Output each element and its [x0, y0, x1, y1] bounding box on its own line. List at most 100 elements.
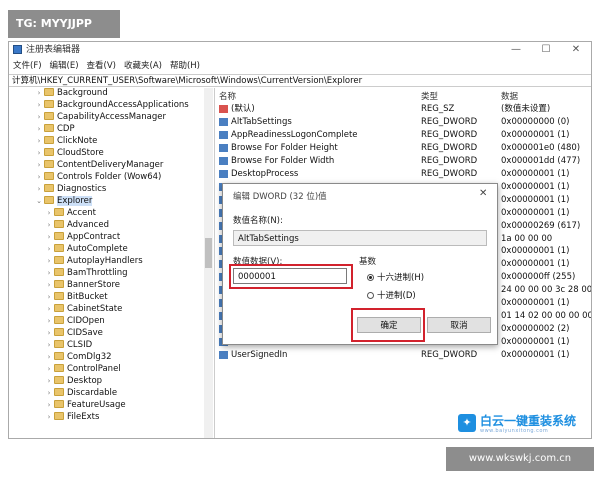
tree-item[interactable]: › ClickNote — [35, 135, 97, 147]
chevron-right-icon[interactable]: › — [35, 88, 43, 99]
tree-item-label: FileExts — [67, 412, 100, 422]
value-row[interactable]: AltTabSettings REG_DWORD 0x00000000 (0) — [215, 116, 591, 128]
chevron-down-icon[interactable]: ⌄ — [35, 195, 43, 207]
tree-item[interactable]: › BamThrottling — [45, 267, 128, 279]
chevron-right-icon[interactable]: › — [35, 111, 43, 123]
chevron-right-icon[interactable]: › — [45, 387, 53, 399]
tree-item[interactable]: › Background — [35, 88, 108, 99]
tree-item[interactable]: › Desktop — [45, 375, 102, 387]
column-header-name[interactable]: 名称 — [219, 90, 236, 102]
tree-item[interactable]: › CIDSave — [45, 327, 103, 339]
folder-icon — [54, 268, 64, 276]
tree-item[interactable]: › CloudStore — [35, 147, 104, 159]
menu-edit[interactable]: 编辑(E) — [50, 59, 79, 73]
tree-item[interactable]: › Discardable — [45, 387, 117, 399]
chevron-right-icon[interactable]: › — [45, 315, 53, 327]
tree-item[interactable]: › BannerStore — [45, 279, 120, 291]
tree-scrollbar[interactable] — [204, 88, 213, 438]
chevron-right-icon[interactable]: › — [35, 183, 43, 195]
chevron-right-icon[interactable]: › — [45, 207, 53, 219]
radio-decimal-label: 十进制(D) — [377, 291, 416, 301]
value-name: DesktopProcess — [231, 168, 299, 179]
menu-favorites[interactable]: 收藏夹(A) — [124, 59, 162, 73]
folder-icon — [54, 376, 64, 384]
chevron-right-icon[interactable]: › — [35, 123, 43, 135]
tree-item[interactable]: ⌄ Explorer — [35, 195, 93, 207]
tree-item[interactable]: › FeatureUsage — [45, 399, 126, 411]
value-type: REG_DWORD — [421, 129, 478, 140]
chevron-right-icon[interactable]: › — [45, 291, 53, 303]
tree-item[interactable]: › CIDOpen — [45, 315, 105, 327]
value-row[interactable]: AppReadinessLogonComplete REG_DWORD 0x0000… — [215, 129, 591, 141]
folder-icon — [54, 220, 64, 228]
chevron-right-icon[interactable]: › — [45, 351, 53, 363]
value-type: REG_DWORD — [421, 142, 478, 153]
value-type: REG_DWORD — [421, 155, 478, 166]
chevron-right-icon[interactable]: › — [45, 303, 53, 315]
tree-item-label: Discardable — [67, 388, 118, 398]
chevron-right-icon[interactable]: › — [45, 411, 53, 423]
site-url-badge: www.wkswkj.com.cn — [446, 447, 594, 471]
menu-file[interactable]: 文件(F) — [13, 59, 42, 73]
tree-item[interactable]: › CLSID — [45, 339, 92, 351]
tree-item[interactable]: › Diagnostics — [35, 183, 106, 195]
brand-url: www.baiyunxitong.com — [480, 428, 549, 434]
tree-scrollbar-thumb[interactable] — [205, 238, 212, 268]
chevron-right-icon[interactable]: › — [45, 363, 53, 375]
folder-icon — [54, 412, 64, 420]
minimize-button[interactable]: — — [501, 42, 531, 58]
chevron-right-icon[interactable]: › — [45, 327, 53, 339]
value-name: (默认) — [231, 104, 255, 114]
value-row[interactable]: (默认) REG_SZ (数值未设置) — [215, 103, 591, 115]
chevron-right-icon[interactable]: › — [35, 147, 43, 159]
chevron-right-icon[interactable]: › — [45, 375, 53, 387]
tree-item[interactable]: › Controls Folder (Wow64) — [35, 171, 161, 183]
tree-item[interactable]: › CabinetState — [45, 303, 122, 315]
tree-item[interactable]: › Accent — [45, 207, 96, 219]
chevron-right-icon[interactable]: › — [45, 267, 53, 279]
chevron-right-icon[interactable]: › — [35, 135, 43, 147]
menu-help[interactable]: 帮助(H) — [170, 59, 200, 73]
chevron-right-icon[interactable]: › — [35, 171, 43, 183]
binary-value-icon — [219, 169, 228, 178]
menu-view[interactable]: 查看(V) — [87, 59, 116, 73]
tree-item[interactable]: › AutoComplete — [45, 243, 128, 255]
value-row[interactable]: Browse For Folder Width REG_DWORD 0x000001… — [215, 155, 591, 167]
value-data-highlight-frame — [229, 264, 353, 289]
tree-item[interactable]: › ComDlg32 — [45, 351, 112, 363]
tree-item[interactable]: › AppContract — [45, 231, 120, 243]
tree-item[interactable]: › BitBucket — [45, 291, 108, 303]
tree-item[interactable]: › FileExts — [45, 411, 99, 423]
value-row[interactable]: UserSignedIn REG_DWORD 0x00000001 (1) — [215, 349, 591, 361]
base-group-label: 基数 — [359, 257, 377, 267]
chevron-right-icon[interactable]: › — [45, 243, 53, 255]
tree-item-label: Accent — [67, 208, 96, 218]
chevron-right-icon[interactable]: › — [45, 339, 53, 351]
window-title: 注册表编辑器 — [26, 45, 81, 55]
chevron-right-icon[interactable]: › — [45, 399, 53, 411]
value-row[interactable]: Browse For Folder Height REG_DWORD 0x00000… — [215, 142, 591, 154]
value-row[interactable]: DesktopProcess REG_DWORD 0x00000001 (1) — [215, 168, 591, 180]
tree-item[interactable]: › AutoplayHandlers — [45, 255, 143, 267]
dialog-close-button[interactable]: ✕ — [479, 188, 487, 199]
cancel-button[interactable]: 取消 — [427, 317, 491, 333]
maximize-button[interactable]: ☐ — [531, 42, 561, 58]
tree-item[interactable]: › ContentDeliveryManager — [35, 159, 163, 171]
tree-item[interactable]: › CapabilityAccessManager — [35, 111, 166, 123]
chevron-right-icon[interactable]: › — [45, 279, 53, 291]
tree-item[interactable]: › BackgroundAccessApplications — [35, 99, 189, 111]
tree-item[interactable]: › Advanced — [45, 219, 109, 231]
chevron-right-icon[interactable]: › — [35, 159, 43, 171]
radio-hexadecimal[interactable]: 十六进制(H) — [367, 271, 424, 283]
tree-item[interactable]: › CDP — [35, 123, 75, 135]
column-header-type[interactable]: 类型 — [421, 90, 438, 102]
address-bar[interactable]: 计算机\HKEY_CURRENT_USER\Software\Microsoft… — [9, 74, 591, 87]
column-header-data[interactable]: 数据 — [501, 90, 518, 102]
chevron-right-icon[interactable]: › — [35, 99, 43, 111]
close-button[interactable]: ✕ — [561, 42, 591, 58]
chevron-right-icon[interactable]: › — [45, 255, 53, 267]
chevron-right-icon[interactable]: › — [45, 231, 53, 243]
radio-decimal[interactable]: 十进制(D) — [367, 289, 416, 301]
chevron-right-icon[interactable]: › — [45, 219, 53, 231]
tree-item[interactable]: › ControlPanel — [45, 363, 121, 375]
